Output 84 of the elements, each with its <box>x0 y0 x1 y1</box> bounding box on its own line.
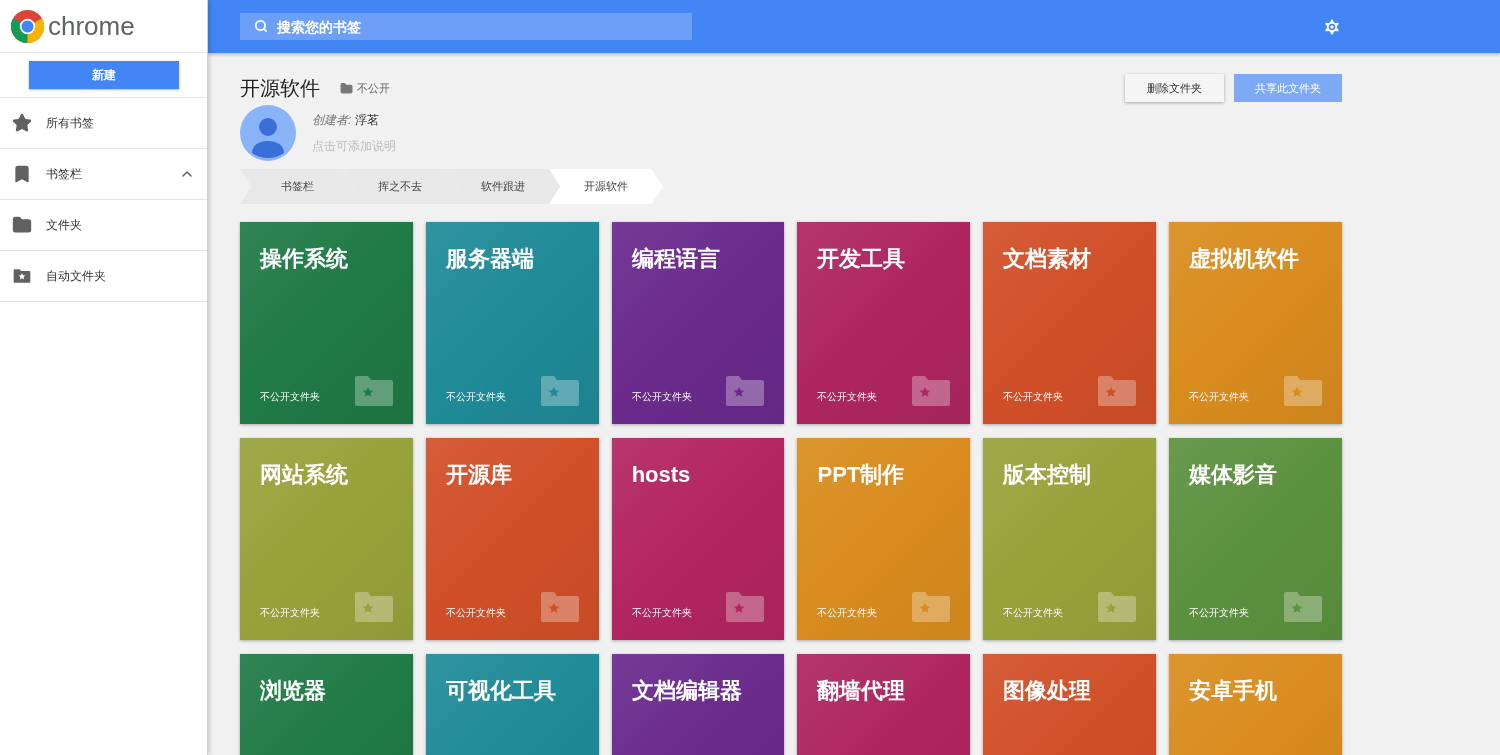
tile-title: 服务器端 <box>445 245 535 273</box>
tile-title: 编程语言 <box>631 245 721 273</box>
tile-label: 不公开文件夹 <box>817 390 878 404</box>
tile-title: 虚拟机软件 <box>1189 245 1301 273</box>
folder-tile[interactable]: PPT制作 不公开文件夹 <box>797 438 971 640</box>
tile-title: 操作系统 <box>260 245 349 273</box>
star-folder-icon <box>540 592 579 622</box>
folder-tile[interactable]: 媒体影音 不公开文件夹 <box>1169 438 1342 640</box>
settings-icon[interactable] <box>1322 16 1342 37</box>
folder-tile[interactable]: 翻墙代理 <box>797 654 971 755</box>
folder-tile[interactable]: 浏览器 <box>240 654 413 755</box>
star-folder-icon <box>1284 592 1322 622</box>
privacy-label: 不公开 <box>357 80 390 96</box>
tile-label: 不公开文件夹 <box>631 606 692 620</box>
breadcrumb-item[interactable]: 开源软件 <box>549 169 663 204</box>
tile-title: 图像处理 <box>1003 677 1093 705</box>
folder-tile[interactable]: 可视化工具 <box>425 654 599 755</box>
folder-tile[interactable]: 虚拟机软件 不公开文件夹 <box>1169 222 1342 424</box>
folder-title: 开源软件 <box>240 76 320 101</box>
star-folder-icon <box>726 592 765 622</box>
folder-tile[interactable]: 服务器端 不公开文件夹 <box>425 222 599 424</box>
creator-label: 创建者: <box>312 112 352 129</box>
folder-tile[interactable]: 版本控制 不公开文件夹 <box>983 438 1157 640</box>
folder-tile[interactable]: 编程语言 不公开文件夹 <box>611 222 785 424</box>
tile-label: 不公开文件夹 <box>260 390 320 404</box>
tile-title: 媒体影音 <box>1189 461 1279 489</box>
tile-title: hosts <box>631 461 692 489</box>
sidebar-item[interactable]: 自动文件夹 <box>0 251 207 302</box>
star-folder-icon <box>354 592 393 622</box>
tile-label: 不公开文件夹 <box>1003 390 1064 404</box>
folder-tile[interactable]: 文档编辑器 <box>611 654 785 755</box>
tile-title: 开发工具 <box>817 245 907 273</box>
tile-label: 不公开文件夹 <box>1189 606 1250 620</box>
star-folder-icon <box>912 592 951 622</box>
star-folder-icon <box>912 376 951 406</box>
folder-tile[interactable]: 网站系统 不公开文件夹 <box>240 438 413 640</box>
tile-label: 不公开文件夹 <box>260 606 320 620</box>
folder-icon <box>12 215 32 235</box>
tile-label: 不公开文件夹 <box>1189 390 1250 404</box>
delete-folder-button[interactable]: 删除文件夹 <box>1125 74 1224 102</box>
star-icon <box>12 113 32 133</box>
tile-title: 版本控制 <box>1003 461 1093 489</box>
tile-title: 文档编辑器 <box>631 677 743 705</box>
star-folder-icon <box>1098 592 1137 622</box>
tile-title: 开源库 <box>445 461 513 489</box>
star-folder-icon <box>12 266 32 286</box>
sidebar-item[interactable]: 书签栏 <box>0 149 207 200</box>
folder-tile[interactable]: 操作系统 不公开文件夹 <box>240 222 413 424</box>
breadcrumb-item[interactable]: 挥之不去 <box>343 169 457 204</box>
star-folder-icon <box>1284 376 1322 406</box>
tile-label: 不公开文件夹 <box>1003 606 1064 620</box>
breadcrumb-item[interactable]: 书签栏 <box>240 169 354 204</box>
star-folder-icon <box>354 376 393 406</box>
sidebar-item[interactable]: 文件夹 <box>0 200 207 251</box>
folder-tile[interactable]: 文档素材 不公开文件夹 <box>983 222 1157 424</box>
tile-title: 文档素材 <box>1003 245 1093 273</box>
tile-title: 翻墙代理 <box>817 677 907 705</box>
star-folder-icon <box>726 376 765 406</box>
chrome-logo-icon <box>11 9 44 43</box>
tile-label: 不公开文件夹 <box>445 606 506 620</box>
star-folder-icon <box>1098 376 1137 406</box>
tile-title: 安卓手机 <box>1189 677 1279 705</box>
tile-title: 可视化工具 <box>445 677 557 705</box>
tile-title: 浏览器 <box>260 677 327 705</box>
tile-label: 不公开文件夹 <box>631 390 692 404</box>
tile-title: PPT制作 <box>817 461 906 489</box>
tile-title: 网站系统 <box>260 461 349 489</box>
tile-label: 不公开文件夹 <box>445 390 506 404</box>
folder-tile[interactable]: hosts 不公开文件夹 <box>611 438 785 640</box>
sidebar-item[interactable]: 所有书签 <box>0 98 207 149</box>
folder-tile[interactable]: 图像处理 <box>983 654 1157 755</box>
tile-label: 不公开文件夹 <box>817 606 878 620</box>
avatar-icon <box>240 105 296 161</box>
new-button[interactable]: 新建 <box>28 61 179 89</box>
breadcrumb-item[interactable]: 软件跟进 <box>446 169 560 204</box>
star-folder-icon <box>540 376 579 406</box>
search-icon <box>254 19 268 33</box>
bookmark-icon <box>12 164 32 184</box>
folder-icon <box>340 81 353 95</box>
logo-text: chrome <box>48 9 135 43</box>
folder-tile[interactable]: 开发工具 不公开文件夹 <box>797 222 971 424</box>
folder-tile[interactable]: 开源库 不公开文件夹 <box>425 438 599 640</box>
creator-name: 浮茗 <box>355 112 380 129</box>
search-field[interactable]: 搜索您的书签 <box>240 13 692 40</box>
